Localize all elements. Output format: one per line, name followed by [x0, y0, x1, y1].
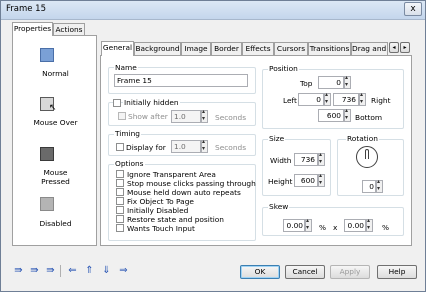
tab-scroll-left-button[interactable]: ◂: [389, 42, 399, 53]
display-for-input[interactable]: 1.0: [171, 140, 201, 153]
display-for-label[interactable]: Display for: [126, 143, 166, 152]
display-for-spinner[interactable]: [201, 138, 208, 153]
show-after-unit: Seconds: [215, 113, 247, 122]
initially-disabled-checkbox[interactable]: [116, 206, 124, 214]
options-group-label: Options: [114, 159, 145, 168]
state-label-mouse-pressed-2[interactable]: Pressed: [13, 177, 98, 186]
tab-scroll-right-button[interactable]: ▸: [400, 42, 410, 53]
show-after-input[interactable]: 1.0: [171, 110, 201, 123]
left-input[interactable]: 0: [298, 93, 324, 106]
rotation-input[interactable]: 0: [362, 180, 376, 193]
title-bar: [1, 1, 425, 20]
down-arrow-icon[interactable]: ⇓: [100, 265, 113, 277]
display-for-checkbox[interactable]: [116, 143, 124, 151]
tab-border[interactable]: Border: [211, 42, 242, 55]
width-spinner[interactable]: [318, 151, 325, 166]
auto-repeat-label[interactable]: Mouse held down auto repeats: [127, 188, 241, 197]
height-label: Height: [268, 177, 293, 186]
up-arrow-icon[interactable]: ⇑: [83, 265, 96, 277]
tab-cursors[interactable]: Cursors: [274, 42, 308, 55]
fix-to-page-checkbox[interactable]: [116, 197, 124, 205]
tab-general[interactable]: General: [101, 41, 134, 56]
cancel-button[interactable]: Cancel: [285, 265, 325, 279]
state-label-mouse-over[interactable]: Mouse Over: [13, 118, 98, 127]
help-button[interactable]: Help: [377, 265, 417, 279]
height-input[interactable]: 600: [294, 174, 318, 187]
show-after-checkbox[interactable]: [118, 112, 126, 120]
skew-y-spinner[interactable]: [366, 217, 373, 232]
mouse-pressed-state-icon[interactable]: [40, 147, 54, 161]
right-spinner[interactable]: [359, 91, 366, 106]
top-input[interactable]: 0: [318, 76, 344, 89]
close-button[interactable]: x: [404, 2, 422, 16]
window-title: Frame 15: [6, 4, 47, 14]
state-label-disabled[interactable]: Disabled: [13, 219, 98, 228]
skew-times-sign: x: [333, 223, 338, 232]
show-after-label: Show after: [128, 112, 168, 121]
skew-group-label: Skew: [268, 202, 290, 211]
skew-y-input[interactable]: 0.00: [344, 219, 366, 232]
touch-input-checkbox[interactable]: [116, 224, 124, 232]
tab-transitions[interactable]: Transitions: [308, 42, 351, 55]
top-spinner[interactable]: [344, 74, 351, 89]
bottom-spinner[interactable]: [344, 107, 351, 122]
height-spinner[interactable]: [318, 172, 325, 187]
top-label: Top: [300, 79, 313, 88]
rotation-indicator-icon: [365, 149, 369, 159]
rotation-spinner[interactable]: [376, 178, 383, 193]
fix-to-page-label[interactable]: Fix Object To Page: [127, 197, 194, 206]
position-group-label: Position: [268, 64, 299, 73]
initially-hidden-label[interactable]: Initially hidden: [123, 98, 180, 107]
tab-background[interactable]: Background: [134, 42, 181, 55]
width-input[interactable]: 736: [294, 153, 318, 166]
ignore-transparent-label[interactable]: Ignore Transparent Area: [127, 170, 216, 179]
tab-effects[interactable]: Effects: [242, 42, 274, 55]
cursor-icon: ↖: [49, 103, 57, 113]
copy-to-state-icon[interactable]: ⇛: [12, 265, 25, 277]
timing-group-label: Timing: [114, 129, 141, 138]
disabled-state-icon[interactable]: [40, 197, 54, 211]
tab-properties[interactable]: Properties: [12, 22, 53, 36]
display-for-unit: Seconds: [215, 143, 247, 152]
state-label-mouse-pressed-1[interactable]: Mouse: [13, 168, 98, 177]
show-after-spinner[interactable]: [201, 108, 208, 123]
apply-button[interactable]: Apply: [330, 265, 370, 279]
left-spinner[interactable]: [324, 91, 331, 106]
tab-image[interactable]: Image: [181, 42, 211, 55]
rotation-group-label: Rotation: [346, 134, 379, 143]
skew-x-spinner[interactable]: [305, 217, 312, 232]
name-input[interactable]: Frame 15: [114, 74, 248, 87]
icon-separator: [60, 265, 61, 277]
touch-input-label[interactable]: Wants Touch Input: [127, 224, 195, 233]
right-input[interactable]: 736: [333, 93, 359, 106]
left-label: Left: [283, 96, 297, 105]
restore-state-label[interactable]: Restore state and position: [127, 215, 224, 224]
stop-clicks-checkbox[interactable]: [116, 179, 124, 187]
bottom-input[interactable]: 600: [318, 109, 344, 122]
width-label: Width: [270, 156, 292, 165]
initially-hidden-checkbox[interactable]: [113, 99, 121, 107]
skew-y-unit: %: [382, 223, 390, 232]
ignore-transparent-checkbox[interactable]: [116, 170, 124, 178]
auto-repeat-checkbox[interactable]: [116, 188, 124, 196]
size-group-label: Size: [268, 134, 286, 143]
stop-clicks-label[interactable]: Stop mouse clicks passing through: [127, 179, 256, 188]
normal-state-icon[interactable]: [40, 48, 54, 62]
paste-state-icon[interactable]: ⇛: [28, 265, 41, 277]
ok-button[interactable]: OK: [240, 265, 280, 279]
states-panel: Normal ↖ Mouse Over Mouse Pressed Disabl…: [12, 35, 97, 246]
state-label-normal[interactable]: Normal: [13, 69, 98, 78]
right-arrow-icon[interactable]: ⇒: [117, 265, 130, 277]
skew-x-unit: %: [319, 223, 327, 232]
skew-x-input[interactable]: 0.00: [283, 219, 305, 232]
initially-disabled-label[interactable]: Initially Disabled: [127, 206, 188, 215]
bottom-label: Bottom: [355, 113, 383, 122]
name-group-label: Name: [114, 63, 138, 72]
size-group: [262, 139, 331, 196]
reset-state-icon[interactable]: ⇛: [44, 265, 57, 277]
restore-state-checkbox[interactable]: [116, 215, 124, 223]
right-label: Right: [371, 96, 391, 105]
tab-drag-and-drop[interactable]: Drag and I: [351, 42, 388, 55]
left-arrow-icon[interactable]: ⇐: [66, 265, 79, 277]
